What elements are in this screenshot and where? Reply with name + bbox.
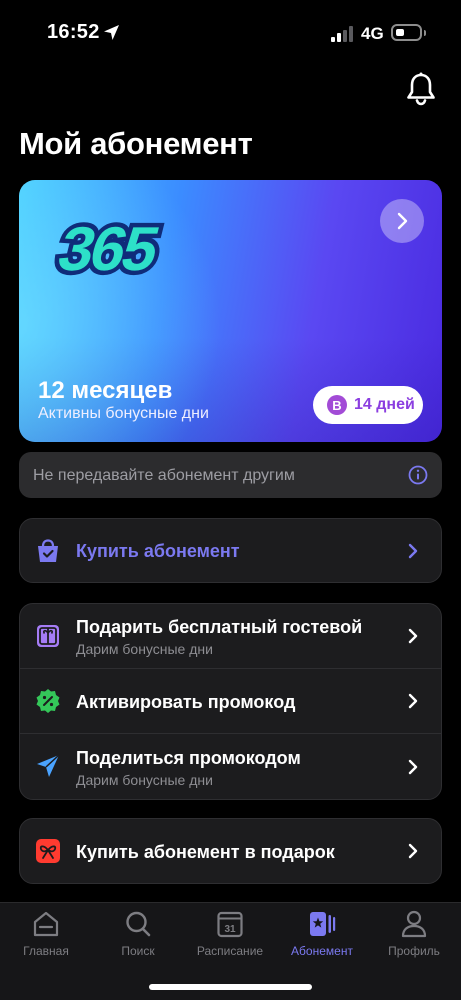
- calendar-icon: 31: [217, 911, 243, 938]
- status-bar: 16:52 4G: [0, 0, 461, 66]
- bonus-icon: B: [327, 395, 347, 415]
- subscription-status: Активны бонусные дни: [38, 405, 209, 422]
- card-open-button[interactable]: [380, 199, 424, 243]
- bonus-days-text: 14 дней: [354, 396, 415, 413]
- share-promo-row[interactable]: Поделиться промокодом Дарим бонусные дни: [20, 734, 441, 799]
- tab-label: Поиск: [121, 944, 155, 958]
- page-title: Мой абонемент: [19, 126, 253, 161]
- transfer-notice: Не передавайте абонемент другим: [19, 452, 442, 498]
- location-arrow-icon: [104, 25, 119, 40]
- gift-subscription-row[interactable]: Купить абонемент в подарок: [20, 819, 441, 883]
- gift-subscription-label: Купить абонемент в подарок: [76, 842, 335, 862]
- actions-card: Подарить бесплатный гостевой Дарим бонус…: [19, 603, 442, 800]
- tab-home[interactable]: Главная: [0, 903, 92, 975]
- tab-label: Профиль: [388, 944, 440, 958]
- tab-schedule[interactable]: 31 Расписание: [184, 903, 276, 975]
- bonus-days-badge[interactable]: B 14 дней: [313, 386, 423, 424]
- notice-text: Не передавайте абонемент другим: [33, 467, 295, 484]
- buy-subscription-row[interactable]: Купить абонемент: [20, 519, 441, 582]
- paper-plane-icon: [37, 754, 60, 777]
- profile-icon: [401, 910, 427, 938]
- battery-tip: [424, 30, 426, 36]
- chevron-right-icon: [408, 759, 418, 775]
- gift-subscription-card[interactable]: Купить абонемент в подарок: [19, 818, 442, 884]
- tab-label: Абонемент: [291, 944, 353, 958]
- chevron-right-icon: [408, 843, 418, 859]
- search-icon: [126, 911, 151, 937]
- shopping-bag-icon: [38, 539, 58, 562]
- battery-icon: [391, 24, 422, 41]
- activate-promo-row[interactable]: Активировать промокод: [20, 669, 441, 733]
- tab-label: Главная: [23, 944, 69, 958]
- share-promo-subtitle: Дарим бонусные дни: [76, 772, 213, 788]
- subscription-duration: 12 месяцев: [38, 377, 173, 404]
- svg-text:31: 31: [224, 924, 236, 935]
- buy-subscription-card[interactable]: Купить абонемент: [19, 518, 442, 583]
- chevron-right-icon: [408, 693, 418, 709]
- share-promo-title: Поделиться промокодом: [76, 748, 301, 768]
- gift-guest-subtitle: Дарим бонусные дни: [76, 641, 213, 657]
- status-time: 16:52: [47, 21, 100, 43]
- buy-subscription-label: Купить абонемент: [76, 541, 240, 561]
- gift-bow-icon: [36, 839, 60, 863]
- chevron-right-icon: [408, 543, 418, 559]
- chevron-right-icon: [397, 212, 408, 230]
- notification-bell-icon[interactable]: [405, 72, 437, 106]
- subscription-card[interactable]: 365 12 месяцев Активны бонусные дни B 14…: [19, 180, 442, 442]
- gift-guest-title: Подарить бесплатный гостевой: [76, 617, 363, 637]
- logo-365: 365: [47, 210, 170, 288]
- tab-label: Расписание: [196, 944, 264, 958]
- info-icon[interactable]: [408, 465, 428, 485]
- tab-profile[interactable]: Профиль: [368, 903, 460, 975]
- tab-search[interactable]: Поиск: [92, 903, 184, 975]
- chevron-right-icon: [408, 628, 418, 644]
- home-indicator[interactable]: [149, 984, 312, 990]
- network-type: 4G: [361, 24, 384, 43]
- percent-badge-icon: [36, 689, 60, 713]
- gift-guest-icon: [37, 625, 59, 647]
- gift-guest-row[interactable]: Подарить бесплатный гостевой Дарим бонус…: [20, 604, 441, 668]
- activate-promo-title: Активировать промокод: [76, 692, 296, 712]
- svg-text:365: 365: [52, 215, 166, 284]
- tab-membership[interactable]: Абонемент: [276, 903, 368, 975]
- cellular-signal-icon: [331, 26, 353, 42]
- membership-card-icon: [310, 912, 336, 936]
- home-icon: [33, 911, 59, 937]
